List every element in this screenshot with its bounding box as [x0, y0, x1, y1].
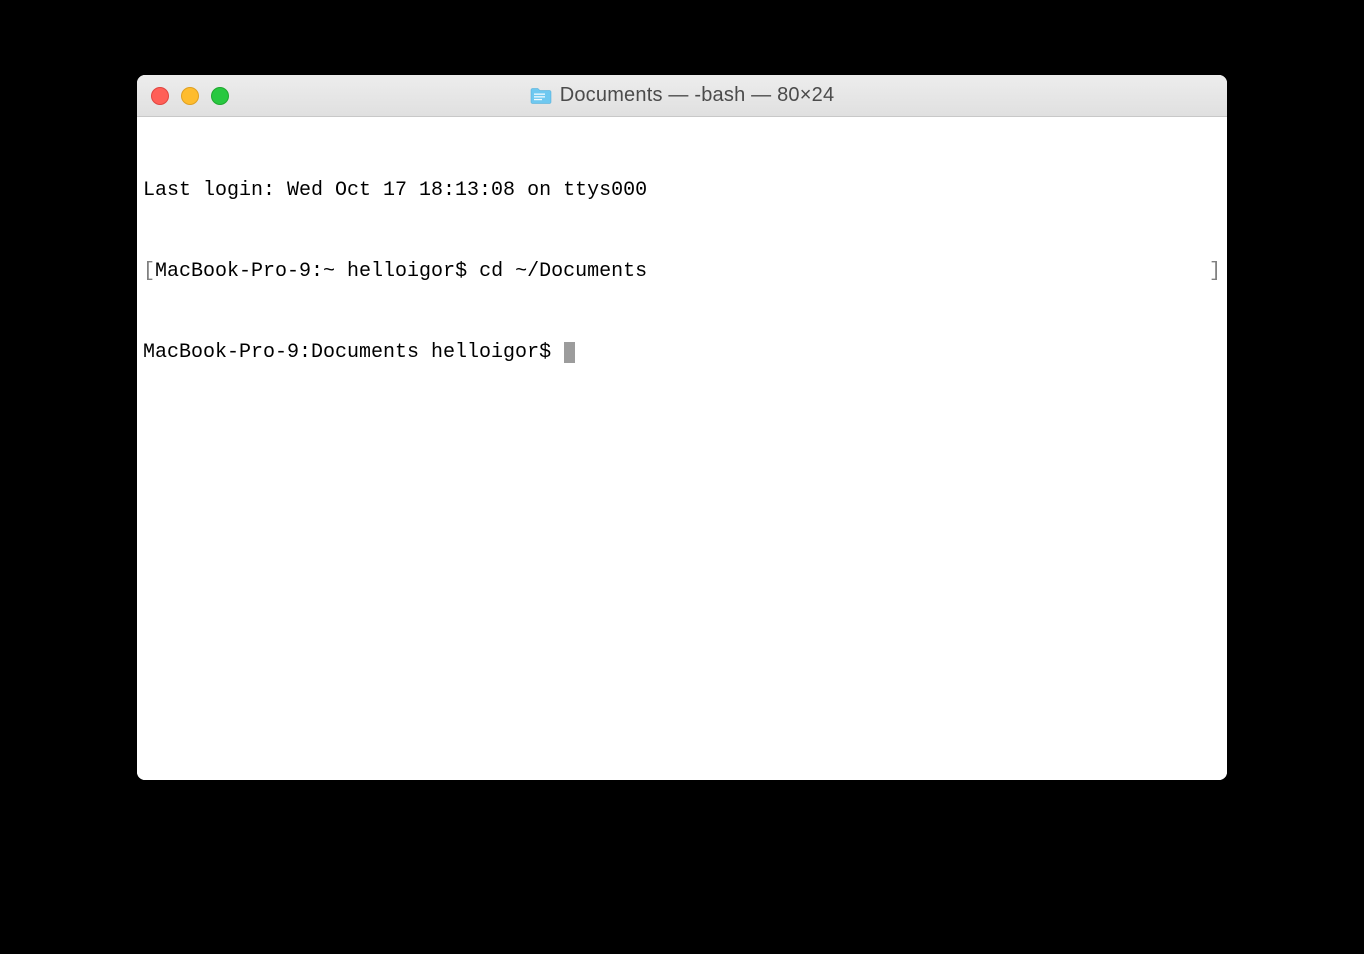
- terminal-line: MacBook-Pro-9:Documents helloigor$: [143, 339, 1221, 366]
- last-login-text: Last login: Wed Oct 17 18:13:08 on ttys0…: [143, 179, 647, 202]
- traffic-lights: [151, 87, 229, 105]
- terminal-window: Documents — -bash — 80×24 Last login: We…: [137, 75, 1227, 780]
- bracket-right-icon: ]: [1209, 258, 1221, 285]
- close-button[interactable]: [151, 87, 169, 105]
- shell-prompt: MacBook-Pro-9:Documents helloigor$: [143, 341, 563, 364]
- window-title-wrap: Documents — -bash — 80×24: [137, 84, 1227, 107]
- shell-prompt: MacBook-Pro-9:~ helloigor$: [155, 260, 479, 283]
- bracket-left-icon: [: [143, 260, 155, 283]
- minimize-button[interactable]: [181, 87, 199, 105]
- window-title: Documents — -bash — 80×24: [560, 84, 835, 107]
- terminal-line: Last login: Wed Oct 17 18:13:08 on ttys0…: [143, 177, 1221, 204]
- zoom-button[interactable]: [211, 87, 229, 105]
- terminal-content[interactable]: Last login: Wed Oct 17 18:13:08 on ttys0…: [137, 117, 1227, 780]
- folder-icon: [530, 87, 552, 105]
- cursor: [564, 342, 575, 363]
- titlebar[interactable]: Documents — -bash — 80×24: [137, 75, 1227, 117]
- terminal-line: [MacBook-Pro-9:~ helloigor$ cd ~/Documen…: [143, 258, 1221, 285]
- shell-command: cd ~/Documents: [479, 260, 647, 283]
